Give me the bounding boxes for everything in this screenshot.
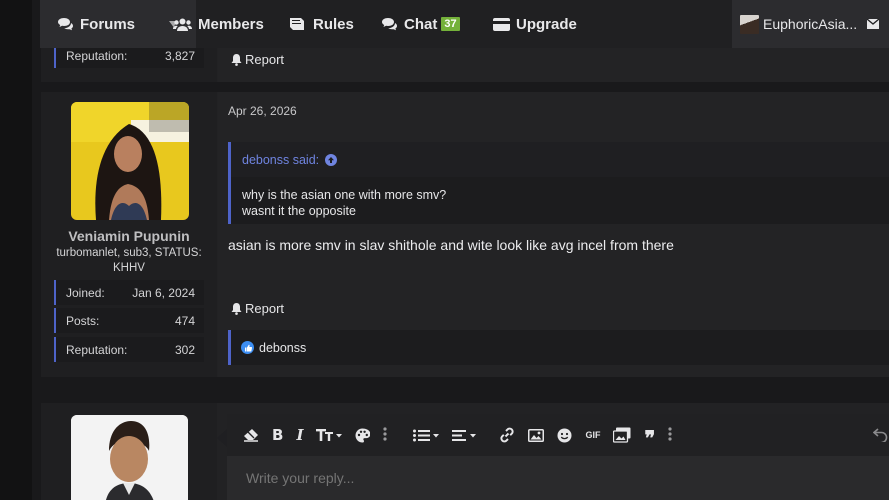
quote-block: debonss said: why is the asian one with …: [228, 142, 889, 224]
nav-upgrade[interactable]: Upgrade: [493, 0, 577, 48]
nav-upgrade-label: Upgrade: [516, 15, 577, 33]
like-icon: [241, 341, 254, 354]
quote-text: why is the asian one with more smv? wasn…: [231, 177, 889, 229]
stat-row-reputation: Reputation: 302: [54, 337, 204, 362]
editor-toolbar: B I GIF ❞: [227, 414, 889, 456]
nav-members[interactable]: Members: [173, 0, 264, 48]
nav-rules-label: Rules: [313, 15, 354, 33]
quote-icon[interactable]: ❞: [644, 426, 655, 450]
report-label: Report: [245, 52, 285, 67]
stat-row-joined: Joined: Jan 6, 2024: [54, 280, 204, 305]
bell-icon: [231, 53, 242, 66]
post-body: Apr 26, 2026 debonss said: why is the as…: [218, 92, 889, 377]
stat-value: 474: [174, 313, 195, 328]
undo-icon[interactable]: [873, 423, 889, 447]
avatar-image: [71, 102, 189, 220]
reply-input[interactable]: [227, 456, 889, 500]
stat-value: 3,827: [164, 48, 195, 63]
nav-forums[interactable]: Forums: [40, 0, 156, 48]
palette-icon[interactable]: [355, 423, 371, 447]
stat-label: Reputation:: [66, 342, 128, 357]
nav-forums-label: Forums: [80, 15, 136, 33]
stat-row-posts: Posts: 474: [54, 308, 204, 333]
nav-inbox[interactable]: [863, 0, 889, 48]
users-icon: [173, 18, 192, 31]
text-size-icon[interactable]: [316, 423, 343, 447]
gif-icon[interactable]: GIF: [585, 423, 600, 447]
avatar[interactable]: [71, 102, 189, 220]
bold-icon[interactable]: B: [272, 423, 283, 447]
nav-user-account[interactable]: EuphoricAsia...: [732, 0, 863, 48]
reactions-bar[interactable]: debonss: [228, 330, 889, 365]
envelope-icon: [867, 19, 879, 29]
stat-label: Joined:: [66, 285, 105, 300]
stat-value: 302: [174, 342, 195, 357]
quote-line: wasnt it the opposite: [242, 204, 356, 218]
quote-header[interactable]: debonss said:: [231, 142, 889, 177]
nav-members-label: Members: [198, 15, 264, 33]
eraser-icon[interactable]: [243, 423, 259, 447]
list-icon[interactable]: [413, 423, 440, 447]
left-gutter: [0, 0, 32, 500]
media-icon[interactable]: [613, 423, 631, 447]
nav-user-label: EuphoricAsia...: [763, 16, 858, 32]
chat-icon: [382, 18, 397, 31]
nav-chat[interactable]: Chat 37: [381, 0, 460, 48]
reply-composer: B I GIF ❞ Write your reply...: [41, 403, 889, 500]
user-avatar: [740, 14, 759, 34]
composer-user-panel: [41, 403, 217, 500]
post: Veniamin Pupunin turbomanlet, sub3, STAT…: [41, 92, 889, 377]
more-options-icon[interactable]: [668, 426, 672, 444]
username[interactable]: Veniamin Pupunin: [41, 228, 217, 244]
comments-icon: [58, 18, 73, 31]
reaction-user[interactable]: debonss: [259, 341, 306, 355]
reply-editor: B I GIF ❞ Write your reply...: [227, 414, 889, 500]
credit-card-icon: [493, 17, 510, 31]
chat-count-badge: 37: [441, 17, 460, 31]
bell-icon: [231, 302, 242, 315]
report-link[interactable]: Report: [231, 301, 284, 316]
nav-chat-label: Chat: [404, 15, 438, 33]
align-icon[interactable]: [452, 423, 477, 447]
composer-arrow: [217, 429, 227, 447]
stat-label: Reputation:: [66, 48, 128, 63]
arrow-up-icon[interactable]: [325, 153, 338, 166]
post-message: asian is more smv in slav shithole and w…: [228, 237, 674, 253]
nav-rules[interactable]: Rules: [289, 0, 354, 48]
stat-value: Jan 6, 2024: [132, 285, 195, 300]
book-icon: [290, 18, 304, 30]
stat-label: Posts:: [66, 313, 100, 328]
smile-icon[interactable]: [557, 423, 572, 447]
image-icon[interactable]: [528, 423, 545, 447]
more-options-icon[interactable]: [383, 426, 388, 444]
avatar: [71, 415, 188, 500]
report-label: Report: [245, 301, 285, 316]
quote-line: why is the asian one with more smv?: [242, 188, 447, 202]
quote-author: debonss said:: [242, 152, 320, 167]
report-link[interactable]: Report: [231, 52, 284, 67]
user-title: turbomanlet, sub3, STATUS: KHHV: [56, 247, 202, 274]
link-icon[interactable]: [499, 423, 515, 447]
avatar-image: [71, 415, 188, 500]
top-nav: Forums Members Rules Chat 37 Upgrade Eup…: [40, 0, 889, 48]
post-user-panel: Veniamin Pupunin turbomanlet, sub3, STAT…: [41, 92, 217, 377]
post-date[interactable]: Apr 26, 2026: [228, 104, 297, 118]
italic-icon[interactable]: I: [296, 423, 303, 447]
